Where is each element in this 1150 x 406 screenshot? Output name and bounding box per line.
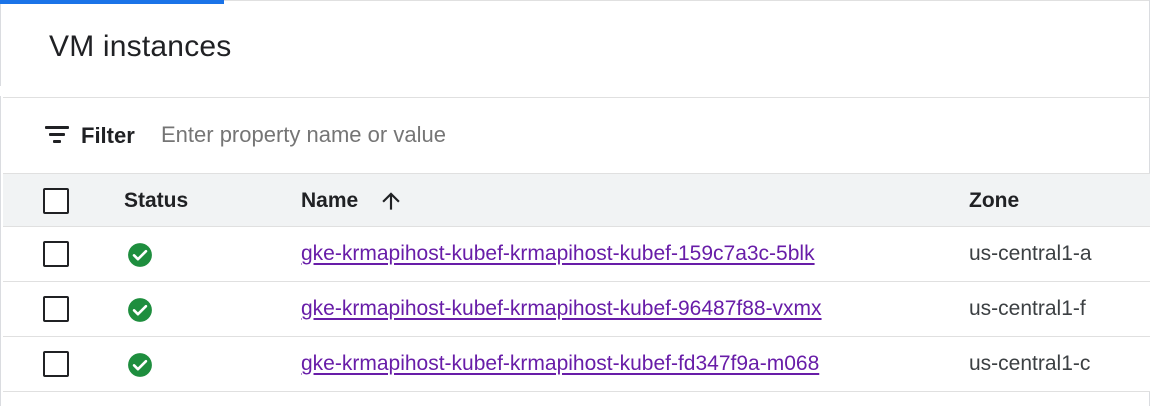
zone-cell: us-central1-a — [969, 242, 1092, 265]
left-border — [0, 4, 1, 86]
row-checkbox[interactable] — [43, 296, 69, 322]
vm-instance-link[interactable]: gke-krmapihost-kubef-krmapihost-kubef-96… — [301, 297, 822, 321]
vm-instance-link[interactable]: gke-krmapihost-kubef-krmapihost-kubef-15… — [301, 242, 815, 266]
filter-input[interactable] — [159, 118, 763, 152]
check-circle-icon — [128, 243, 152, 267]
table-row: gke-krmapihost-kubef-krmapihost-kubef-96… — [3, 282, 1150, 337]
column-header-zone[interactable]: Zone — [969, 189, 1019, 213]
row-checkbox[interactable] — [43, 241, 69, 267]
arrow-upward-icon[interactable] — [378, 188, 404, 214]
zone-cell: us-central1-f — [969, 297, 1086, 320]
active-tab-indicator — [0, 0, 224, 4]
table-header: Status Name Zone — [3, 173, 1150, 227]
check-circle-icon — [128, 298, 152, 322]
column-header-status[interactable]: Status — [124, 189, 188, 213]
vm-instance-link[interactable]: gke-krmapihost-kubef-krmapihost-kubef-fd… — [301, 352, 819, 376]
select-all-checkbox[interactable] — [43, 188, 69, 214]
zone-cell: us-central1-c — [969, 352, 1091, 375]
filter-label: Filter — [81, 123, 135, 148]
filter-list-icon[interactable] — [45, 126, 69, 144]
vm-instances-table: Status Name Zone gke-krmapihost-kubef-kr… — [3, 173, 1150, 392]
top-border — [224, 0, 1150, 1]
page-title: VM instances — [49, 30, 232, 63]
column-header-name[interactable]: Name — [301, 189, 358, 213]
table-row: gke-krmapihost-kubef-krmapihost-kubef-fd… — [3, 337, 1150, 392]
row-checkbox[interactable] — [43, 351, 69, 377]
check-circle-icon — [128, 353, 152, 377]
filter-bar: Filter — [3, 98, 1150, 173]
table-row: gke-krmapihost-kubef-krmapihost-kubef-15… — [3, 227, 1150, 282]
left-border-lower — [0, 96, 1, 406]
